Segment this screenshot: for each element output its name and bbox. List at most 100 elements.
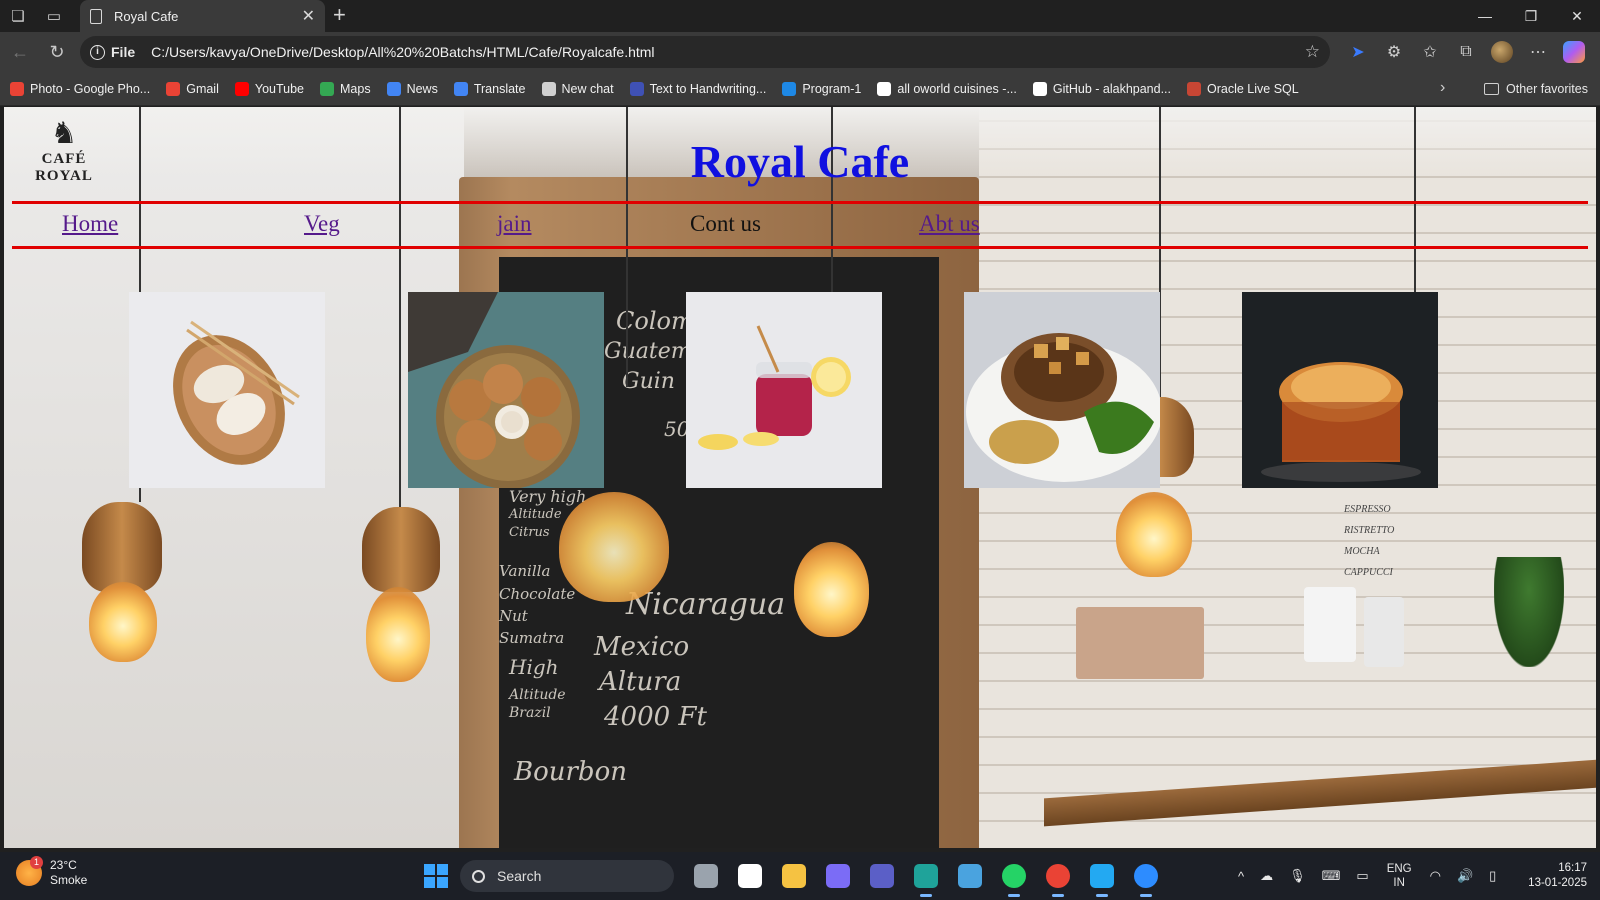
collections-icon[interactable]: ⧉ bbox=[1448, 43, 1484, 61]
favorite-item[interactable]: News bbox=[386, 81, 438, 96]
weather-widget[interactable]: 1 23°C Smoke bbox=[16, 856, 87, 888]
address-url[interactable]: C:/Users/kavya/OneDrive/Desktop/All%20%2… bbox=[151, 44, 654, 60]
favicon-icon bbox=[1032, 81, 1047, 96]
clock-date: 13-01-2025 bbox=[1528, 877, 1587, 889]
favorite-item[interactable]: GitHub - alakhpand... bbox=[1032, 81, 1171, 96]
chalkboard-word: Brazil bbox=[509, 705, 551, 721]
close-window-button[interactable]: ✕ bbox=[1554, 0, 1600, 32]
weather-temperature: 23°C bbox=[50, 858, 77, 872]
edge-app-icon[interactable] bbox=[904, 858, 948, 897]
clock[interactable]: 16:17 13-01-2025 bbox=[1515, 861, 1587, 891]
search-placeholder: Search bbox=[497, 868, 542, 884]
file-explorer-icon bbox=[782, 864, 806, 888]
main-menu: Home Veg jain Cont us Abt us bbox=[4, 207, 1596, 247]
bottom-divider bbox=[12, 246, 1588, 249]
gallery-image-berry-drink[interactable] bbox=[686, 292, 882, 488]
address-bar[interactable]: i File C:/Users/kavya/OneDrive/Desktop/A… bbox=[80, 36, 1330, 68]
favorites-bar: Photo - Google Pho... Gmail YouTube Maps New… bbox=[0, 72, 1600, 106]
gallery-image-dumplings[interactable] bbox=[129, 292, 325, 488]
sign-card bbox=[1076, 607, 1204, 679]
teams-app-icon[interactable] bbox=[860, 858, 904, 894]
favorite-item[interactable]: YouTube bbox=[234, 81, 304, 96]
back-button[interactable]: ← bbox=[3, 35, 37, 69]
keyboard-icon[interactable]: ⌨ bbox=[1322, 868, 1341, 884]
favorite-item[interactable]: Program-1 bbox=[782, 81, 862, 96]
favorite-item[interactable]: Maps bbox=[320, 81, 371, 96]
menu-link-veg[interactable]: Veg bbox=[304, 211, 340, 237]
whatsapp-app-icon[interactable] bbox=[992, 858, 1036, 897]
copilot-icon[interactable] bbox=[1563, 41, 1585, 63]
browser-titlebar: ❏ ▭ Royal Cafe ✕ + — ❐ ✕ bbox=[0, 0, 1600, 32]
menu-item-contact[interactable]: Cont us bbox=[690, 211, 761, 237]
microphone-icon[interactable]: 🎙 bbox=[1289, 868, 1306, 884]
battery-icon[interactable]: ▯ bbox=[1489, 868, 1496, 884]
language-indicator[interactable]: ENG IN bbox=[1387, 862, 1412, 890]
gallery-image-grilled-meat[interactable] bbox=[964, 292, 1160, 488]
favorite-label: all oworld cuisines -... bbox=[897, 81, 1017, 96]
workspaces-icon[interactable]: ❏ bbox=[0, 0, 36, 32]
task-view-icon bbox=[694, 864, 718, 888]
favorite-label: Gmail bbox=[186, 81, 219, 96]
favorite-item[interactable]: Oracle Live SQL bbox=[1187, 81, 1299, 96]
restore-button[interactable]: ❐ bbox=[1508, 0, 1554, 32]
edge-icon bbox=[914, 864, 938, 888]
taskbar-search[interactable]: Search bbox=[460, 860, 674, 892]
gallery-image-muffin[interactable] bbox=[1242, 292, 1438, 488]
profile-avatar[interactable] bbox=[1491, 41, 1513, 63]
gallery-image-cookies[interactable] bbox=[408, 292, 604, 488]
favorite-item[interactable]: New chat bbox=[541, 81, 614, 96]
wifi-icon[interactable]: ◠ bbox=[1430, 868, 1441, 884]
chalkboard-word: Altitude bbox=[509, 687, 566, 703]
amazon-app-icon[interactable] bbox=[728, 858, 772, 894]
favorite-star-icon[interactable]: ☆ bbox=[1305, 42, 1320, 62]
weather-sun-icon: 1 bbox=[16, 856, 43, 886]
favorite-item[interactable]: Photo - Google Pho... bbox=[10, 81, 150, 96]
chevron-right-icon[interactable]: › bbox=[1440, 79, 1445, 97]
onedrive-icon[interactable]: ☁ bbox=[1260, 868, 1273, 884]
info-icon[interactable]: i bbox=[90, 44, 105, 60]
more-menu-icon[interactable]: ⋯ bbox=[1520, 42, 1556, 62]
windows-taskbar: 1 23°C Smoke Search ^ ☁ 🎙 ⌨ ▭ ENG IN ◠ 🔊… bbox=[0, 852, 1600, 900]
copilot-icon bbox=[826, 864, 850, 888]
extensions-icon[interactable]: ⚙ bbox=[1376, 42, 1412, 62]
task-view-app-icon[interactable] bbox=[684, 858, 728, 894]
menu-link-about[interactable]: Abt us bbox=[919, 211, 980, 237]
start-button[interactable] bbox=[418, 858, 454, 894]
notification-badge: 1 bbox=[30, 856, 43, 869]
folder-icon bbox=[1484, 83, 1499, 95]
volume-icon[interactable]: 🔊 bbox=[1457, 868, 1473, 884]
file-explorer-app-icon[interactable] bbox=[772, 858, 816, 894]
search-icon bbox=[472, 869, 485, 883]
favorite-item[interactable]: all oworld cuisines -... bbox=[877, 81, 1017, 96]
vscode-app-icon[interactable] bbox=[1080, 858, 1124, 897]
chrome-app-icon[interactable] bbox=[1036, 858, 1080, 897]
favorites-icon[interactable]: ✩ bbox=[1412, 42, 1448, 62]
minimize-button[interactable]: — bbox=[1462, 0, 1508, 32]
coffee-menu-item: RISTRETTO bbox=[1344, 525, 1395, 536]
chalkboard-word: Nicaragua bbox=[626, 587, 786, 622]
other-favorites[interactable]: Other favorites bbox=[1484, 72, 1588, 106]
tab-actions-icon[interactable]: ▭ bbox=[36, 0, 72, 32]
favicon-icon bbox=[10, 81, 24, 96]
menu-link-home[interactable]: Home bbox=[62, 211, 118, 237]
close-tab-icon[interactable]: ✕ bbox=[302, 6, 315, 26]
favorite-item[interactable]: Gmail bbox=[166, 81, 219, 96]
menu-link-jain[interactable]: jain bbox=[497, 211, 532, 237]
remote-desktop-app-icon[interactable] bbox=[948, 858, 992, 894]
favorite-label: YouTube bbox=[254, 81, 304, 96]
refresh-button[interactable]: ↻ bbox=[40, 35, 74, 69]
copilot-app-icon[interactable] bbox=[816, 858, 860, 894]
cursor-extension-icon[interactable]: ➤ bbox=[1340, 42, 1376, 62]
chevron-up-icon[interactable]: ^ bbox=[1238, 869, 1244, 884]
favorite-label: Program-1 bbox=[802, 81, 862, 96]
favorite-item[interactable]: Translate bbox=[453, 81, 526, 96]
remote-desktop-icon bbox=[958, 864, 982, 888]
favorite-item[interactable]: Text to Handwriting... bbox=[629, 81, 766, 96]
browser-tab[interactable]: Royal Cafe ✕ bbox=[80, 0, 325, 32]
display-icon[interactable]: ▭ bbox=[1356, 868, 1368, 884]
chalkboard-word: Citrus bbox=[509, 525, 550, 540]
chalkboard-word: Guatem bbox=[604, 339, 692, 364]
new-tab-button[interactable]: + bbox=[333, 4, 346, 26]
zoom-app-icon[interactable] bbox=[1124, 858, 1168, 897]
chalkboard-word: Mexico bbox=[594, 632, 690, 662]
